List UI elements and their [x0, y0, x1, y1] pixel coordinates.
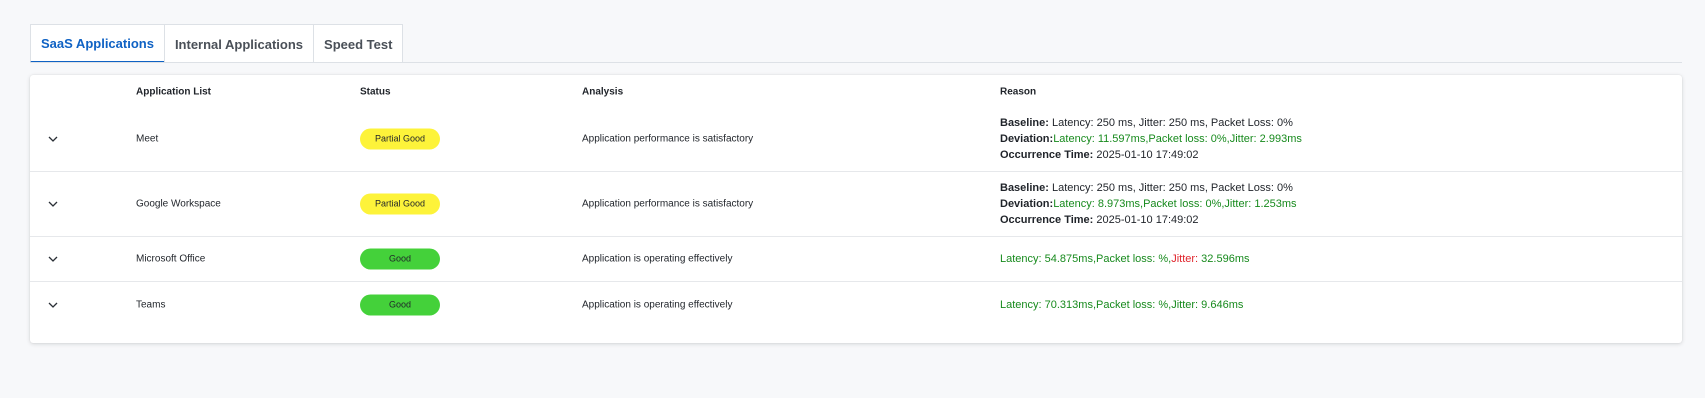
application-name: Google Workspace	[136, 198, 221, 210]
reason-latency: Latency: 54.875ms	[1000, 253, 1093, 265]
header-reason: Reason	[1000, 86, 1037, 98]
baseline-value: Latency: 250 ms, Jitter: 250 ms, Packet …	[1048, 117, 1293, 129]
status-badge: Good	[360, 294, 440, 315]
reason-jitter-label: Jitter:	[1171, 298, 1199, 311]
deviation-jitter: Jitter: 1.253ms	[1224, 198, 1297, 210]
analysis-text: Application is operating effectively	[582, 299, 733, 310]
tab-saas-applications[interactable]: SaaS Applications	[30, 24, 165, 63]
expand-row-chevron-icon[interactable]	[46, 132, 60, 146]
deviation-packet-loss: Packet loss: 0%	[1143, 198, 1222, 210]
status-badge-label: Partial Good	[360, 193, 440, 215]
tab-divider	[30, 62, 1682, 63]
reason-details: Baseline: Latency: 250 ms, Jitter: 250 m…	[1000, 115, 1302, 163]
reason-packet-loss: Packet loss: %	[1096, 298, 1169, 311]
status-badge-label: Partial Good	[360, 128, 440, 150]
reason-details: Baseline: Latency: 250 ms, Jitter: 250 m…	[1000, 180, 1297, 228]
header-analysis: Analysis	[582, 86, 624, 98]
applications-table: Application List Status Analysis Reason …	[30, 75, 1682, 343]
header-status: Status	[360, 86, 391, 98]
deviation-jitter: Jitter: 2.993ms	[1229, 133, 1302, 145]
status-badge-label: Good	[360, 294, 440, 315]
tab-internal-applications[interactable]: Internal Applications	[163, 24, 315, 63]
baseline-label: Baseline:	[1000, 182, 1049, 194]
analysis-text: Application performance is satisfactory	[582, 133, 754, 145]
analysis-text: Application is operating effectively	[582, 253, 733, 265]
status-badge: Good	[360, 248, 440, 270]
reason-jitter-label: Jitter:	[1171, 253, 1199, 265]
analysis-text: Application performance is satisfactory	[582, 198, 754, 210]
reason-jitter-value: 32.596ms	[1198, 253, 1250, 265]
table-header: Application List Status Analysis Reason	[30, 75, 1682, 103]
baseline-label: Baseline:	[1000, 117, 1049, 129]
deviation-label: Deviation:	[1000, 133, 1054, 145]
status-badge-label: Good	[360, 248, 440, 270]
table-row[interactable]: Teams Good Application is operating effe…	[30, 282, 1682, 327]
table-row[interactable]: Microsoft Office Good Application is ope…	[30, 237, 1682, 282]
table-row[interactable]: Google Workspace Partial Good Applicatio…	[30, 172, 1682, 237]
application-name: Teams	[136, 299, 166, 310]
deviation-packet-loss: Packet loss: 0%	[1148, 133, 1227, 145]
deviation-latency: Latency: 11.597ms	[1053, 133, 1146, 145]
expand-row-chevron-icon[interactable]	[46, 252, 60, 266]
tab-bar: SaaS Applications Internal Applications …	[30, 24, 404, 63]
reason-jitter-value: 9.646ms	[1198, 298, 1244, 311]
reason-packet-loss: Packet loss: %	[1096, 253, 1169, 265]
occurrence-time: 2025-01-10 17:49:02	[1093, 149, 1199, 161]
reason-details: Latency: 70.313ms,Packet loss: %,Jitter:…	[1000, 297, 1243, 313]
occurrence-label: Occurrence Time:	[1000, 149, 1094, 161]
status-badge: Partial Good	[360, 128, 440, 150]
deviation-latency: Latency: 8.973ms	[1053, 198, 1141, 210]
reason-latency: Latency: 70.313ms	[1000, 298, 1093, 311]
reason-details: Latency: 54.875ms,Packet loss: %,Jitter:…	[1000, 251, 1250, 267]
header-application-list: Application List	[136, 86, 211, 98]
occurrence-label: Occurrence Time:	[1000, 214, 1094, 226]
deviation-label: Deviation:	[1000, 198, 1054, 210]
baseline-value: Latency: 250 ms, Jitter: 250 ms, Packet …	[1048, 182, 1293, 194]
tab-speed-test[interactable]: Speed Test	[313, 24, 404, 63]
status-badge: Partial Good	[360, 193, 440, 215]
application-name: Microsoft Office	[136, 253, 206, 265]
application-name: Meet	[136, 133, 159, 145]
table-row[interactable]: Meet Partial Good Application performanc…	[30, 107, 1682, 172]
expand-row-chevron-icon[interactable]	[46, 197, 60, 211]
expand-row-chevron-icon[interactable]	[46, 298, 60, 312]
occurrence-time: 2025-01-10 17:49:02	[1093, 214, 1199, 226]
